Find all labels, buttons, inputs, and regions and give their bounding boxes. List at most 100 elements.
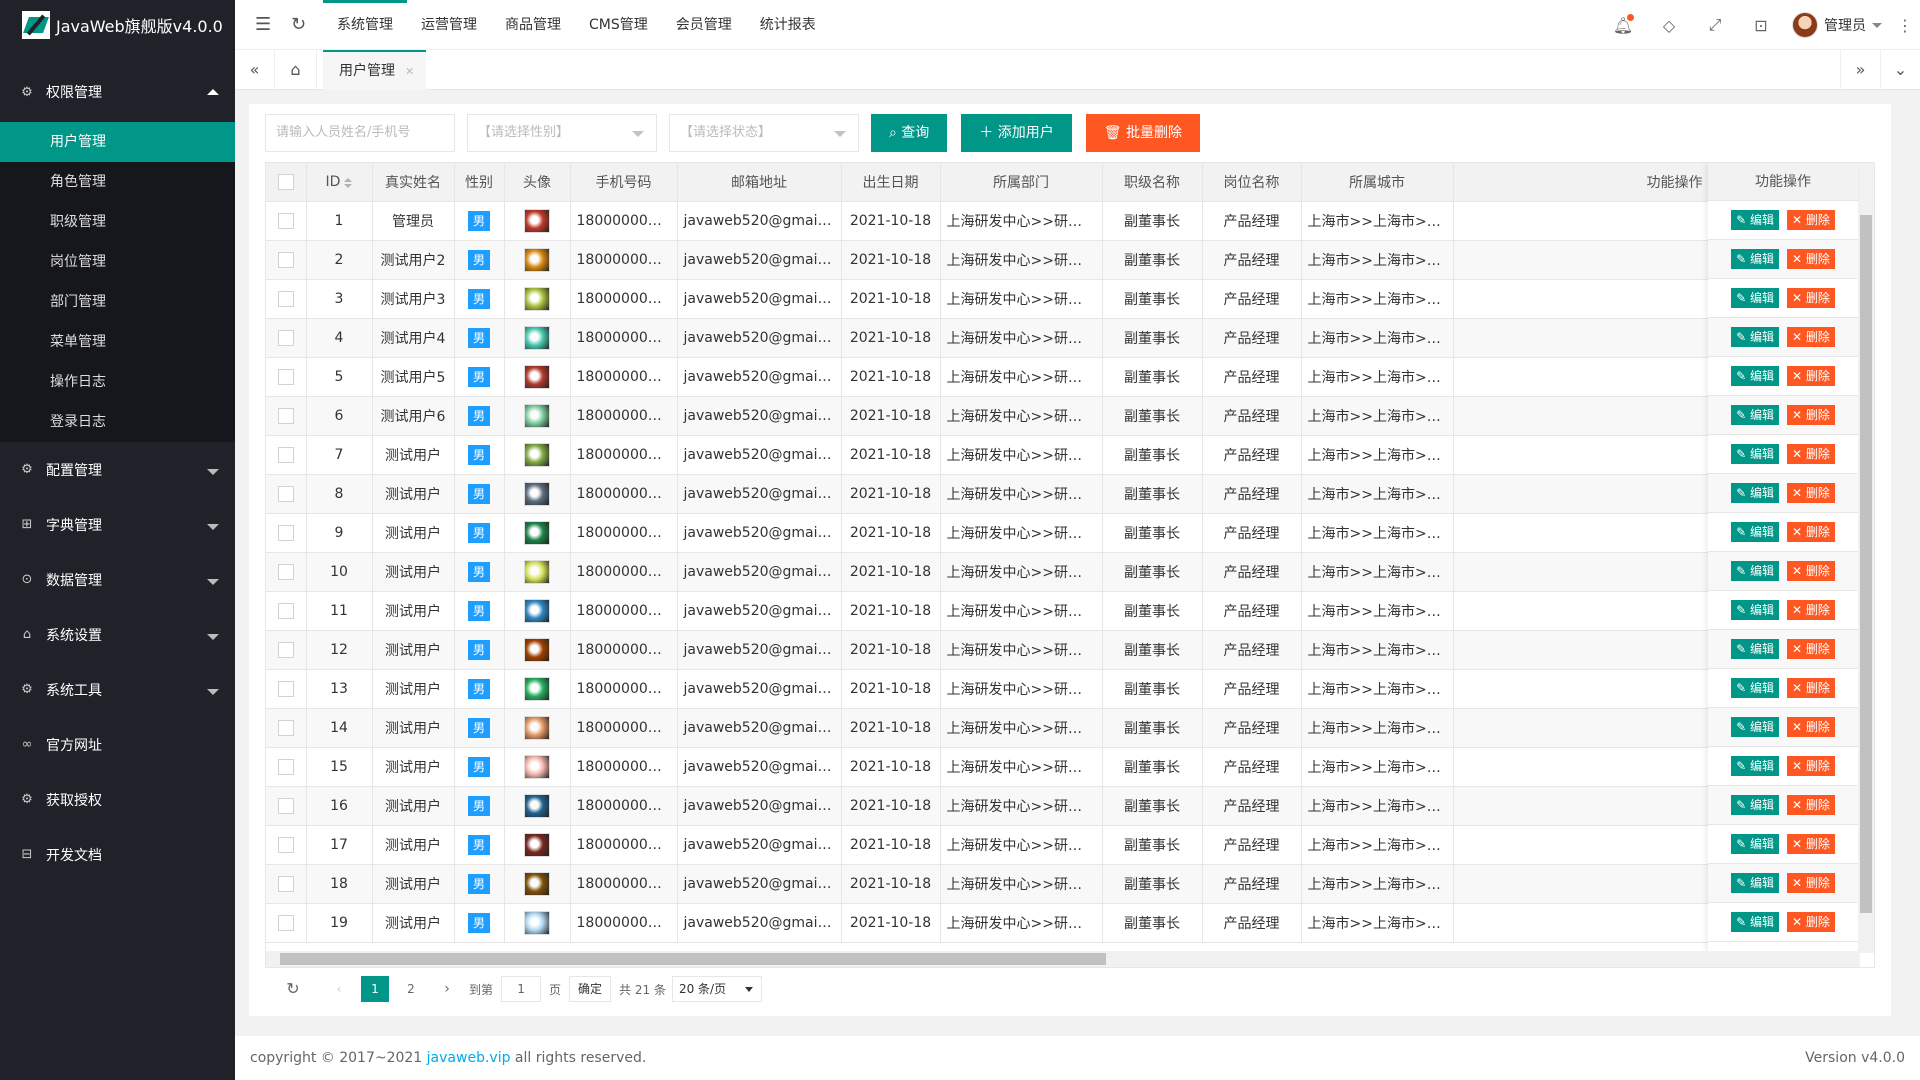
row-checkbox[interactable] <box>277 251 294 268</box>
sidebar-group-1[interactable]: ⚙︎ 配置管理 <box>0 442 235 497</box>
edit-button[interactable]: ✎ 编辑 <box>1731 678 1779 698</box>
batch-delete-button[interactable]: 🗑︎ 批量删除 <box>1085 114 1200 152</box>
sidebar-item[interactable]: 部门管理 <box>0 282 235 322</box>
row-checkbox[interactable] <box>277 602 294 619</box>
next-page-icon[interactable]: › <box>433 976 461 1002</box>
edit-button[interactable]: ✎ 编辑 <box>1731 717 1779 737</box>
horizontal-scroll-thumb[interactable] <box>280 953 1106 965</box>
avatar-thumbnail[interactable] <box>524 208 550 233</box>
row-checkbox[interactable] <box>277 212 294 229</box>
delete-button[interactable]: ✕ 删除 <box>1787 795 1835 815</box>
row-checkbox[interactable] <box>277 758 294 775</box>
row-checkbox[interactable] <box>277 368 294 385</box>
row-checkbox[interactable] <box>277 641 294 658</box>
delete-button[interactable]: ✕ 删除 <box>1787 210 1835 230</box>
add-user-button[interactable]: ＋ 添加用户 <box>961 114 1072 152</box>
page-size-select[interactable]: 20 条/页 <box>671 976 762 1002</box>
edit-button[interactable]: ✎ 编辑 <box>1731 483 1779 503</box>
row-checkbox[interactable] <box>277 914 294 931</box>
delete-button[interactable]: ✕ 删除 <box>1787 366 1835 386</box>
delete-button[interactable]: ✕ 删除 <box>1787 327 1835 347</box>
delete-button[interactable]: ✕ 删除 <box>1787 834 1835 854</box>
delete-button[interactable]: ✕ 删除 <box>1787 561 1835 581</box>
delete-button[interactable]: ✕ 删除 <box>1787 249 1835 269</box>
row-checkbox[interactable] <box>277 485 294 502</box>
edit-button[interactable]: ✎ 编辑 <box>1731 366 1779 386</box>
edit-button[interactable]: ✎ 编辑 <box>1731 756 1779 776</box>
edit-button[interactable]: ✎ 编辑 <box>1731 561 1779 581</box>
row-checkbox[interactable] <box>277 875 294 892</box>
fullscreen-icon[interactable]: ⤢ <box>1692 15 1738 35</box>
sidebar-group-2[interactable]: ⊞ 字典管理 <box>0 497 235 552</box>
sidebar-group-4[interactable]: ⌂ 系统设置 <box>0 607 235 662</box>
avatar-thumbnail[interactable] <box>524 559 550 584</box>
avatar-thumbnail[interactable] <box>524 286 550 311</box>
row-checkbox[interactable] <box>277 719 294 736</box>
edit-button[interactable]: ✎ 编辑 <box>1731 405 1779 425</box>
sort-icon[interactable] <box>344 174 353 188</box>
confirm-button[interactable]: 确定 <box>569 976 612 1002</box>
sidebar-group-8[interactable]: ⊟ 开发文档 <box>0 827 235 882</box>
tabs-left-icon[interactable]: « <box>235 50 275 90</box>
column-header[interactable]: ID <box>306 163 373 202</box>
delete-button[interactable]: ✕ 删除 <box>1787 444 1835 464</box>
page-2[interactable]: 2 <box>397 976 425 1002</box>
edit-button[interactable]: ✎ 编辑 <box>1731 444 1779 464</box>
avatar-thumbnail[interactable] <box>524 676 550 701</box>
refresh-icon[interactable]: ↻ <box>279 976 307 1002</box>
avatar-thumbnail[interactable] <box>524 442 550 467</box>
delete-button[interactable]: ✕ 删除 <box>1787 405 1835 425</box>
refresh-icon[interactable]: ↻ <box>291 14 306 35</box>
sidebar-group-3[interactable]: ⊙ 数据管理 <box>0 552 235 607</box>
tabs-right-icon[interactable]: » <box>1840 50 1880 90</box>
avatar-thumbnail[interactable] <box>524 247 550 272</box>
edit-button[interactable]: ✎ 编辑 <box>1731 639 1779 659</box>
top-nav-item[interactable]: 会员管理 <box>662 0 746 50</box>
goto-page-input[interactable]: 1 <box>501 976 542 1002</box>
avatar-thumbnail[interactable] <box>524 637 550 662</box>
sidebar-item[interactable]: 角色管理 <box>0 162 235 202</box>
edit-button[interactable]: ✎ 编辑 <box>1731 795 1779 815</box>
avatar-thumbnail[interactable] <box>524 832 550 857</box>
avatar-thumbnail[interactable] <box>524 754 550 779</box>
row-checkbox[interactable] <box>277 329 294 346</box>
prev-page-icon[interactable]: ‹ <box>325 976 353 1002</box>
delete-button[interactable]: ✕ 删除 <box>1787 678 1835 698</box>
sidebar-group-6[interactable]: ∞ 官方网址 <box>0 717 235 772</box>
delete-button[interactable]: ✕ 删除 <box>1787 912 1835 932</box>
lock-icon[interactable]: ⊡ <box>1738 16 1784 35</box>
page-1[interactable]: 1 <box>361 976 389 1002</box>
top-nav-item[interactable]: 统计报表 <box>746 0 830 50</box>
sidebar-group-0[interactable]: ⚙︎ 权限管理 <box>0 62 235 122</box>
delete-button[interactable]: ✕ 删除 <box>1787 600 1835 620</box>
edit-button[interactable]: ✎ 编辑 <box>1731 249 1779 269</box>
sidebar-item[interactable]: 操作日志 <box>0 362 235 402</box>
status-select[interactable]: 【请选择状态】 <box>669 114 859 152</box>
vertical-scroll-thumb[interactable] <box>1860 215 1872 913</box>
avatar-thumbnail[interactable] <box>524 715 550 740</box>
row-checkbox[interactable] <box>277 680 294 697</box>
avatar-thumbnail[interactable] <box>524 325 550 350</box>
delete-button[interactable]: ✕ 删除 <box>1787 639 1835 659</box>
top-nav-item[interactable]: CMS管理 <box>575 0 662 50</box>
delete-button[interactable]: ✕ 删除 <box>1787 483 1835 503</box>
edit-button[interactable]: ✎ 编辑 <box>1731 288 1779 308</box>
close-icon[interactable]: ✕ <box>405 65 414 78</box>
site-link[interactable]: javaweb.vip <box>427 1050 511 1066</box>
avatar-thumbnail[interactable] <box>524 364 550 389</box>
keyword-input[interactable]: 请输入人员姓名/手机号 <box>265 114 455 152</box>
delete-button[interactable]: ✕ 删除 <box>1787 717 1835 737</box>
menu-toggle-icon[interactable]: ☰ <box>255 14 271 35</box>
home-icon[interactable]: ⌂ <box>275 50 317 90</box>
row-checkbox[interactable] <box>277 446 294 463</box>
sidebar-item[interactable]: 用户管理 <box>0 122 235 162</box>
more-icon[interactable]: ⋮ <box>1890 16 1920 35</box>
sidebar-item[interactable]: 岗位管理 <box>0 242 235 282</box>
delete-button[interactable]: ✕ 删除 <box>1787 522 1835 542</box>
edit-button[interactable]: ✎ 编辑 <box>1731 210 1779 230</box>
edit-button[interactable]: ✎ 编辑 <box>1731 834 1779 854</box>
tag-icon[interactable]: ◇ <box>1646 16 1692 35</box>
avatar-thumbnail[interactable] <box>524 871 550 896</box>
tab-user-management[interactable]: 用户管理 ✕ <box>323 50 427 90</box>
row-checkbox[interactable] <box>277 563 294 580</box>
